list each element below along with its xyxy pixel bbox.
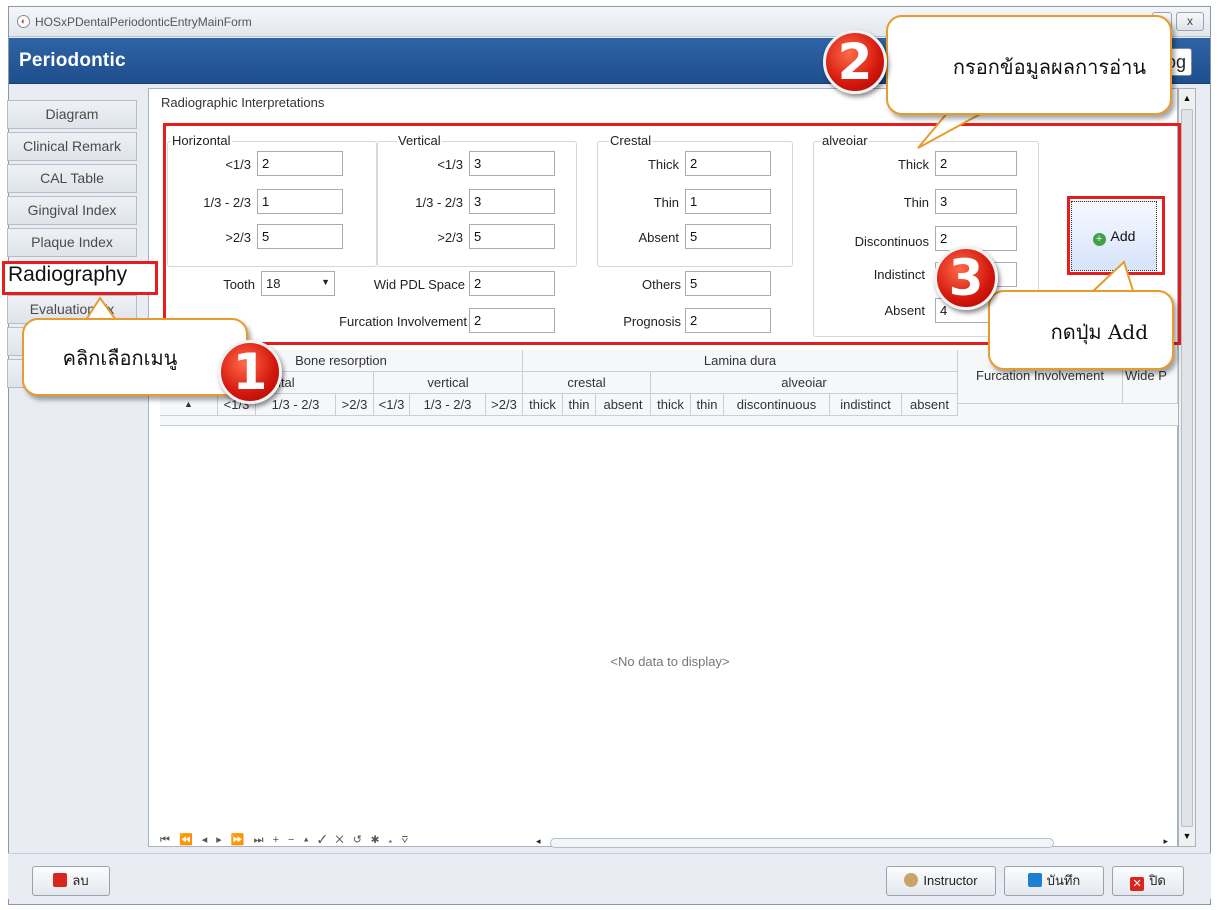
callout-1-pointer [84,296,118,321]
callout-pointers [84,111,1136,321]
step-1-badge: 1 [218,340,282,404]
step-3-badge: 3 [934,246,998,310]
callout-3: กดปุ่ม Add [988,290,1174,370]
step-2-badge: 2 [823,30,887,94]
nav-radiography[interactable]: Radiography [2,261,158,295]
callout-1: คลิกเลือกเมนู [22,318,248,396]
callout-2-pointer [917,111,985,149]
callout-2: กรอกข้อมูลผลการอ่าน [886,15,1172,115]
